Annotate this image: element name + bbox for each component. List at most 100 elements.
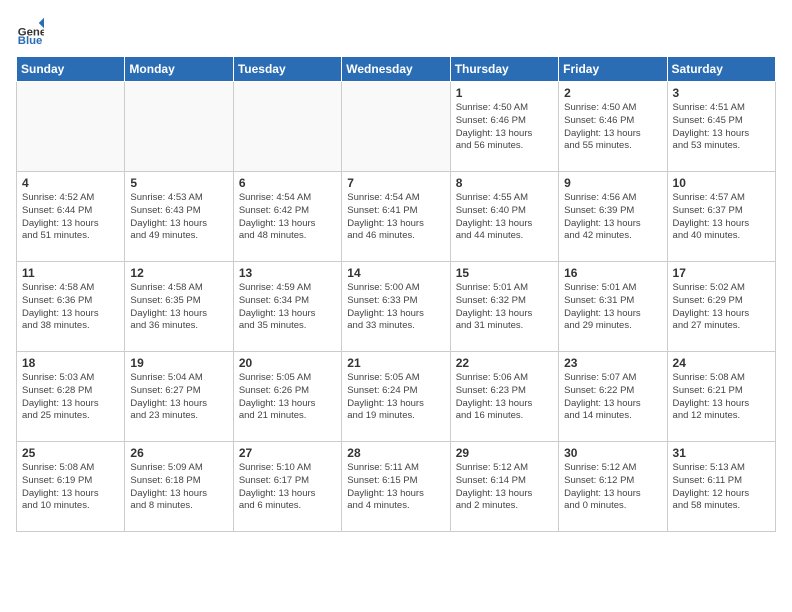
day-number: 12 bbox=[130, 266, 227, 280]
day-info: Sunrise: 5:08 AM Sunset: 6:21 PM Dayligh… bbox=[673, 372, 770, 423]
day-number: 3 bbox=[673, 86, 770, 100]
day-number: 14 bbox=[347, 266, 444, 280]
calendar-header-saturday: Saturday bbox=[667, 57, 775, 82]
calendar-cell: 13 Sunrise: 4:59 AM Sunset: 6:34 PM Dayli… bbox=[233, 262, 341, 352]
calendar-cell: 5 Sunrise: 4:53 AM Sunset: 6:43 PM Daylig… bbox=[125, 172, 233, 262]
calendar-cell: 30 Sunrise: 5:12 AM Sunset: 6:12 PM Dayli… bbox=[559, 442, 667, 532]
calendar-cell: 22 Sunrise: 5:06 AM Sunset: 6:23 PM Dayli… bbox=[450, 352, 558, 442]
day-number: 28 bbox=[347, 446, 444, 460]
day-number: 11 bbox=[22, 266, 119, 280]
day-info: Sunrise: 5:10 AM Sunset: 6:17 PM Dayligh… bbox=[239, 462, 336, 513]
day-info: Sunrise: 4:50 AM Sunset: 6:46 PM Dayligh… bbox=[564, 102, 661, 153]
calendar-cell: 24 Sunrise: 5:08 AM Sunset: 6:21 PM Dayli… bbox=[667, 352, 775, 442]
day-number: 26 bbox=[130, 446, 227, 460]
day-number: 10 bbox=[673, 176, 770, 190]
day-info: Sunrise: 5:01 AM Sunset: 6:31 PM Dayligh… bbox=[564, 282, 661, 333]
day-number: 22 bbox=[456, 356, 553, 370]
calendar-cell bbox=[17, 82, 125, 172]
day-info: Sunrise: 5:05 AM Sunset: 6:24 PM Dayligh… bbox=[347, 372, 444, 423]
day-info: Sunrise: 5:02 AM Sunset: 6:29 PM Dayligh… bbox=[673, 282, 770, 333]
calendar-week-row: 18 Sunrise: 5:03 AM Sunset: 6:28 PM Dayli… bbox=[17, 352, 776, 442]
calendar-cell bbox=[125, 82, 233, 172]
calendar-header-tuesday: Tuesday bbox=[233, 57, 341, 82]
calendar-cell: 27 Sunrise: 5:10 AM Sunset: 6:17 PM Dayli… bbox=[233, 442, 341, 532]
day-info: Sunrise: 5:09 AM Sunset: 6:18 PM Dayligh… bbox=[130, 462, 227, 513]
page-header: General Blue bbox=[16, 16, 776, 44]
day-number: 1 bbox=[456, 86, 553, 100]
calendar-cell bbox=[342, 82, 450, 172]
calendar-cell: 1 Sunrise: 4:50 AM Sunset: 6:46 PM Daylig… bbox=[450, 82, 558, 172]
day-info: Sunrise: 5:05 AM Sunset: 6:26 PM Dayligh… bbox=[239, 372, 336, 423]
calendar-cell: 23 Sunrise: 5:07 AM Sunset: 6:22 PM Dayli… bbox=[559, 352, 667, 442]
calendar-cell: 17Sunrise: 5:02 AM Sunset: 6:29 PM Dayli… bbox=[667, 262, 775, 352]
calendar-cell: 21Sunrise: 5:05 AM Sunset: 6:24 PM Dayli… bbox=[342, 352, 450, 442]
calendar-week-row: 25Sunrise: 5:08 AM Sunset: 6:19 PM Dayli… bbox=[17, 442, 776, 532]
calendar-header-sunday: Sunday bbox=[17, 57, 125, 82]
calendar-cell: 31 Sunrise: 5:13 AM Sunset: 6:11 PM Dayli… bbox=[667, 442, 775, 532]
calendar-week-row: 1 Sunrise: 4:50 AM Sunset: 6:46 PM Daylig… bbox=[17, 82, 776, 172]
calendar-cell: 4 Sunrise: 4:52 AM Sunset: 6:44 PM Daylig… bbox=[17, 172, 125, 262]
day-number: 4 bbox=[22, 176, 119, 190]
day-number: 23 bbox=[564, 356, 661, 370]
day-info: Sunrise: 5:01 AM Sunset: 6:32 PM Dayligh… bbox=[456, 282, 553, 333]
day-number: 29 bbox=[456, 446, 553, 460]
calendar-cell: 7 Sunrise: 4:54 AM Sunset: 6:41 PM Daylig… bbox=[342, 172, 450, 262]
day-info: Sunrise: 4:54 AM Sunset: 6:42 PM Dayligh… bbox=[239, 192, 336, 243]
day-number: 24 bbox=[673, 356, 770, 370]
day-number: 16 bbox=[564, 266, 661, 280]
calendar-cell: 14Sunrise: 5:00 AM Sunset: 6:33 PM Dayli… bbox=[342, 262, 450, 352]
day-info: Sunrise: 4:50 AM Sunset: 6:46 PM Dayligh… bbox=[456, 102, 553, 153]
calendar-cell: 9 Sunrise: 4:56 AM Sunset: 6:39 PM Daylig… bbox=[559, 172, 667, 262]
day-info: Sunrise: 4:51 AM Sunset: 6:45 PM Dayligh… bbox=[673, 102, 770, 153]
calendar-cell: 26 Sunrise: 5:09 AM Sunset: 6:18 PM Dayli… bbox=[125, 442, 233, 532]
logo: General Blue bbox=[16, 16, 44, 44]
calendar-cell: 2 Sunrise: 4:50 AM Sunset: 6:46 PM Daylig… bbox=[559, 82, 667, 172]
calendar-cell: 28 Sunrise: 5:11 AM Sunset: 6:15 PM Dayli… bbox=[342, 442, 450, 532]
day-info: Sunrise: 5:13 AM Sunset: 6:11 PM Dayligh… bbox=[673, 462, 770, 513]
calendar-header-row: SundayMondayTuesdayWednesdayThursdayFrid… bbox=[17, 57, 776, 82]
day-info: Sunrise: 5:06 AM Sunset: 6:23 PM Dayligh… bbox=[456, 372, 553, 423]
day-info: Sunrise: 5:12 AM Sunset: 6:12 PM Dayligh… bbox=[564, 462, 661, 513]
day-number: 6 bbox=[239, 176, 336, 190]
day-info: Sunrise: 5:11 AM Sunset: 6:15 PM Dayligh… bbox=[347, 462, 444, 513]
day-number: 9 bbox=[564, 176, 661, 190]
calendar-cell bbox=[233, 82, 341, 172]
day-info: Sunrise: 4:56 AM Sunset: 6:39 PM Dayligh… bbox=[564, 192, 661, 243]
calendar-table: SundayMondayTuesdayWednesdayThursdayFrid… bbox=[16, 56, 776, 532]
day-number: 15 bbox=[456, 266, 553, 280]
day-number: 30 bbox=[564, 446, 661, 460]
calendar-cell: 18 Sunrise: 5:03 AM Sunset: 6:28 PM Dayli… bbox=[17, 352, 125, 442]
calendar-cell: 12 Sunrise: 4:58 AM Sunset: 6:35 PM Dayli… bbox=[125, 262, 233, 352]
day-number: 31 bbox=[673, 446, 770, 460]
calendar-cell: 8Sunrise: 4:55 AM Sunset: 6:40 PM Daylig… bbox=[450, 172, 558, 262]
calendar-cell: 25Sunrise: 5:08 AM Sunset: 6:19 PM Dayli… bbox=[17, 442, 125, 532]
calendar-cell: 3 Sunrise: 4:51 AM Sunset: 6:45 PM Daylig… bbox=[667, 82, 775, 172]
calendar-week-row: 4 Sunrise: 4:52 AM Sunset: 6:44 PM Daylig… bbox=[17, 172, 776, 262]
day-info: Sunrise: 4:58 AM Sunset: 6:36 PM Dayligh… bbox=[22, 282, 119, 333]
day-info: Sunrise: 4:58 AM Sunset: 6:35 PM Dayligh… bbox=[130, 282, 227, 333]
day-info: Sunrise: 5:12 AM Sunset: 6:14 PM Dayligh… bbox=[456, 462, 553, 513]
day-info: Sunrise: 4:54 AM Sunset: 6:41 PM Dayligh… bbox=[347, 192, 444, 243]
day-info: Sunrise: 5:03 AM Sunset: 6:28 PM Dayligh… bbox=[22, 372, 119, 423]
day-number: 2 bbox=[564, 86, 661, 100]
day-info: Sunrise: 4:59 AM Sunset: 6:34 PM Dayligh… bbox=[239, 282, 336, 333]
day-number: 18 bbox=[22, 356, 119, 370]
day-info: Sunrise: 4:53 AM Sunset: 6:43 PM Dayligh… bbox=[130, 192, 227, 243]
day-number: 7 bbox=[347, 176, 444, 190]
day-info: Sunrise: 5:07 AM Sunset: 6:22 PM Dayligh… bbox=[564, 372, 661, 423]
day-number: 19 bbox=[130, 356, 227, 370]
day-info: Sunrise: 5:08 AM Sunset: 6:19 PM Dayligh… bbox=[22, 462, 119, 513]
calendar-week-row: 11 Sunrise: 4:58 AM Sunset: 6:36 PM Dayli… bbox=[17, 262, 776, 352]
day-number: 5 bbox=[130, 176, 227, 190]
calendar-cell: 19Sunrise: 5:04 AM Sunset: 6:27 PM Dayli… bbox=[125, 352, 233, 442]
day-info: Sunrise: 4:52 AM Sunset: 6:44 PM Dayligh… bbox=[22, 192, 119, 243]
calendar-cell: 6 Sunrise: 4:54 AM Sunset: 6:42 PM Daylig… bbox=[233, 172, 341, 262]
day-number: 27 bbox=[239, 446, 336, 460]
calendar-header-monday: Monday bbox=[125, 57, 233, 82]
calendar-header-friday: Friday bbox=[559, 57, 667, 82]
calendar-cell: 29 Sunrise: 5:12 AM Sunset: 6:14 PM Dayli… bbox=[450, 442, 558, 532]
calendar-header-thursday: Thursday bbox=[450, 57, 558, 82]
day-number: 20 bbox=[239, 356, 336, 370]
day-number: 13 bbox=[239, 266, 336, 280]
logo-icon: General Blue bbox=[16, 16, 44, 44]
